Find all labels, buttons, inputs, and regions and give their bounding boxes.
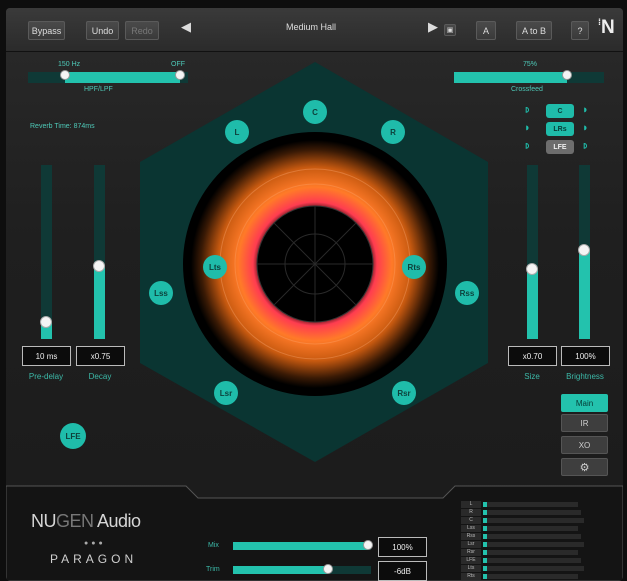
settings-gear-icon[interactable]: ⚙ [561,458,608,476]
meter-row: Lsr [461,541,601,548]
brand-dots: ●●● [84,540,106,547]
trim-label: Trim [206,566,220,573]
meter-label: Lts [461,565,481,572]
crossover-c-toggle[interactable]: C [546,104,574,118]
decay-value[interactable]: x0.75 [76,346,125,366]
speaker-rts[interactable]: Rts [402,255,426,279]
decay-knob[interactable] [93,259,105,272]
trim-slider[interactable] [233,564,371,574]
meter-label: L [461,501,481,508]
meter-row: Lts [461,565,601,572]
pre-delay-slider[interactable] [40,165,52,339]
mix-value[interactable]: 100% [378,537,427,557]
meter-level [483,566,487,571]
brightness-fill [579,250,590,339]
meter-row: C [461,517,601,524]
speaker-lfe[interactable]: LFE [60,423,86,449]
meter-track [483,542,584,547]
meter-row: Rss [461,533,601,540]
meter-row: L [461,501,601,508]
meter-label: Rss [461,533,481,540]
decay-fill [94,265,105,339]
mix-fill [233,542,369,550]
meter-track [483,558,581,563]
brand-gen: GEN [56,511,94,531]
mix-label: Mix [208,542,219,549]
brightness-value[interactable]: 100% [561,346,610,366]
meter-row: Rsr [461,549,601,556]
decay-label: Decay [88,372,112,381]
trim-fill [233,566,329,574]
pre-delay-knob[interactable] [40,315,52,328]
meter-level [483,510,487,515]
meter-track [483,510,581,515]
meter-track [483,574,578,579]
meter-label: Rsr [461,549,481,556]
ir-page-button[interactable]: IR [561,414,608,432]
meter-row: Rts [461,573,601,580]
speaker-lts[interactable]: Lts [203,255,227,279]
brightness-label: Brightness [566,372,604,381]
brand-audio: Audio [93,511,141,531]
crossover-in-icon[interactable]: ◗ [524,104,532,117]
bottom-panel: NUGEN Audio ●●● PARAGON Mix 100% Trim -6… [6,484,623,581]
meter-track [483,534,581,539]
size-label: Size [524,372,540,381]
meter-label: Lss [461,525,481,532]
meter-row: R [461,509,601,516]
crossover-lfe-toggle[interactable]: LFE [546,140,574,154]
brand-nu: NU [31,511,57,531]
meter-level [483,502,487,507]
speaker-rss[interactable]: Rss [455,281,479,305]
meter-level [483,534,487,539]
decay-slider[interactable] [93,165,105,339]
meter-level [483,542,487,547]
meter-track [483,566,584,571]
crossover-out-icon[interactable]: ◗ [582,140,590,153]
speaker-rsr[interactable]: Rsr [392,381,416,405]
product-name: PARAGON [50,552,138,566]
main-page-button[interactable]: Main [561,394,608,412]
size-slider[interactable] [526,165,538,339]
crossover-in-icon[interactable]: ◗ [524,122,531,134]
meter-label: LFE [461,557,481,564]
meter-level [483,550,487,555]
meter-level [483,574,487,579]
speaker-lsr[interactable]: Lsr [214,381,238,405]
meter-label: R [461,509,481,516]
channel-meters: L R C Lss Rss Lsr Rsr LFE Lts Rts [461,501,611,581]
paragon-plugin-window: Bypass Undo Redo ◀ Medium Hall ▶ ▣ A A t… [6,8,623,581]
meter-level [483,518,487,523]
xo-page-button[interactable]: XO [561,436,608,454]
speaker-l[interactable]: L [225,120,249,144]
meter-row: LFE [461,557,601,564]
mix-slider[interactable] [233,540,374,550]
trim-knob[interactable] [323,564,334,574]
speaker-lss[interactable]: Lss [149,281,173,305]
visualizer-spokes [257,206,373,322]
meter-row: Lss [461,525,601,532]
speaker-c[interactable]: C [303,100,327,124]
nugen-audio-logo: NUGEN Audio [31,511,141,532]
meter-level [483,558,487,563]
meter-track [483,550,578,555]
meter-level [483,526,487,531]
speaker-r[interactable]: R [381,120,405,144]
meter-label: Rts [461,573,481,580]
meter-label: C [461,517,481,524]
crossover-in-icon[interactable]: ◗ [524,140,532,153]
size-value[interactable]: x0.70 [508,346,557,366]
trim-value[interactable]: -6dB [378,561,427,581]
meter-track [483,502,578,507]
crossover-out-icon[interactable]: ◗ [582,122,589,134]
brightness-slider[interactable] [578,165,590,339]
meter-track [483,518,584,523]
size-fill [527,269,538,339]
crossover-lrs-toggle[interactable]: LRs [546,122,574,136]
meter-track [483,526,578,531]
crossover-out-icon[interactable]: ◗ [582,104,589,116]
pre-delay-label: Pre-delay [28,372,64,381]
pre-delay-value[interactable]: 10 ms [22,346,71,366]
meter-label: Lsr [461,541,481,548]
